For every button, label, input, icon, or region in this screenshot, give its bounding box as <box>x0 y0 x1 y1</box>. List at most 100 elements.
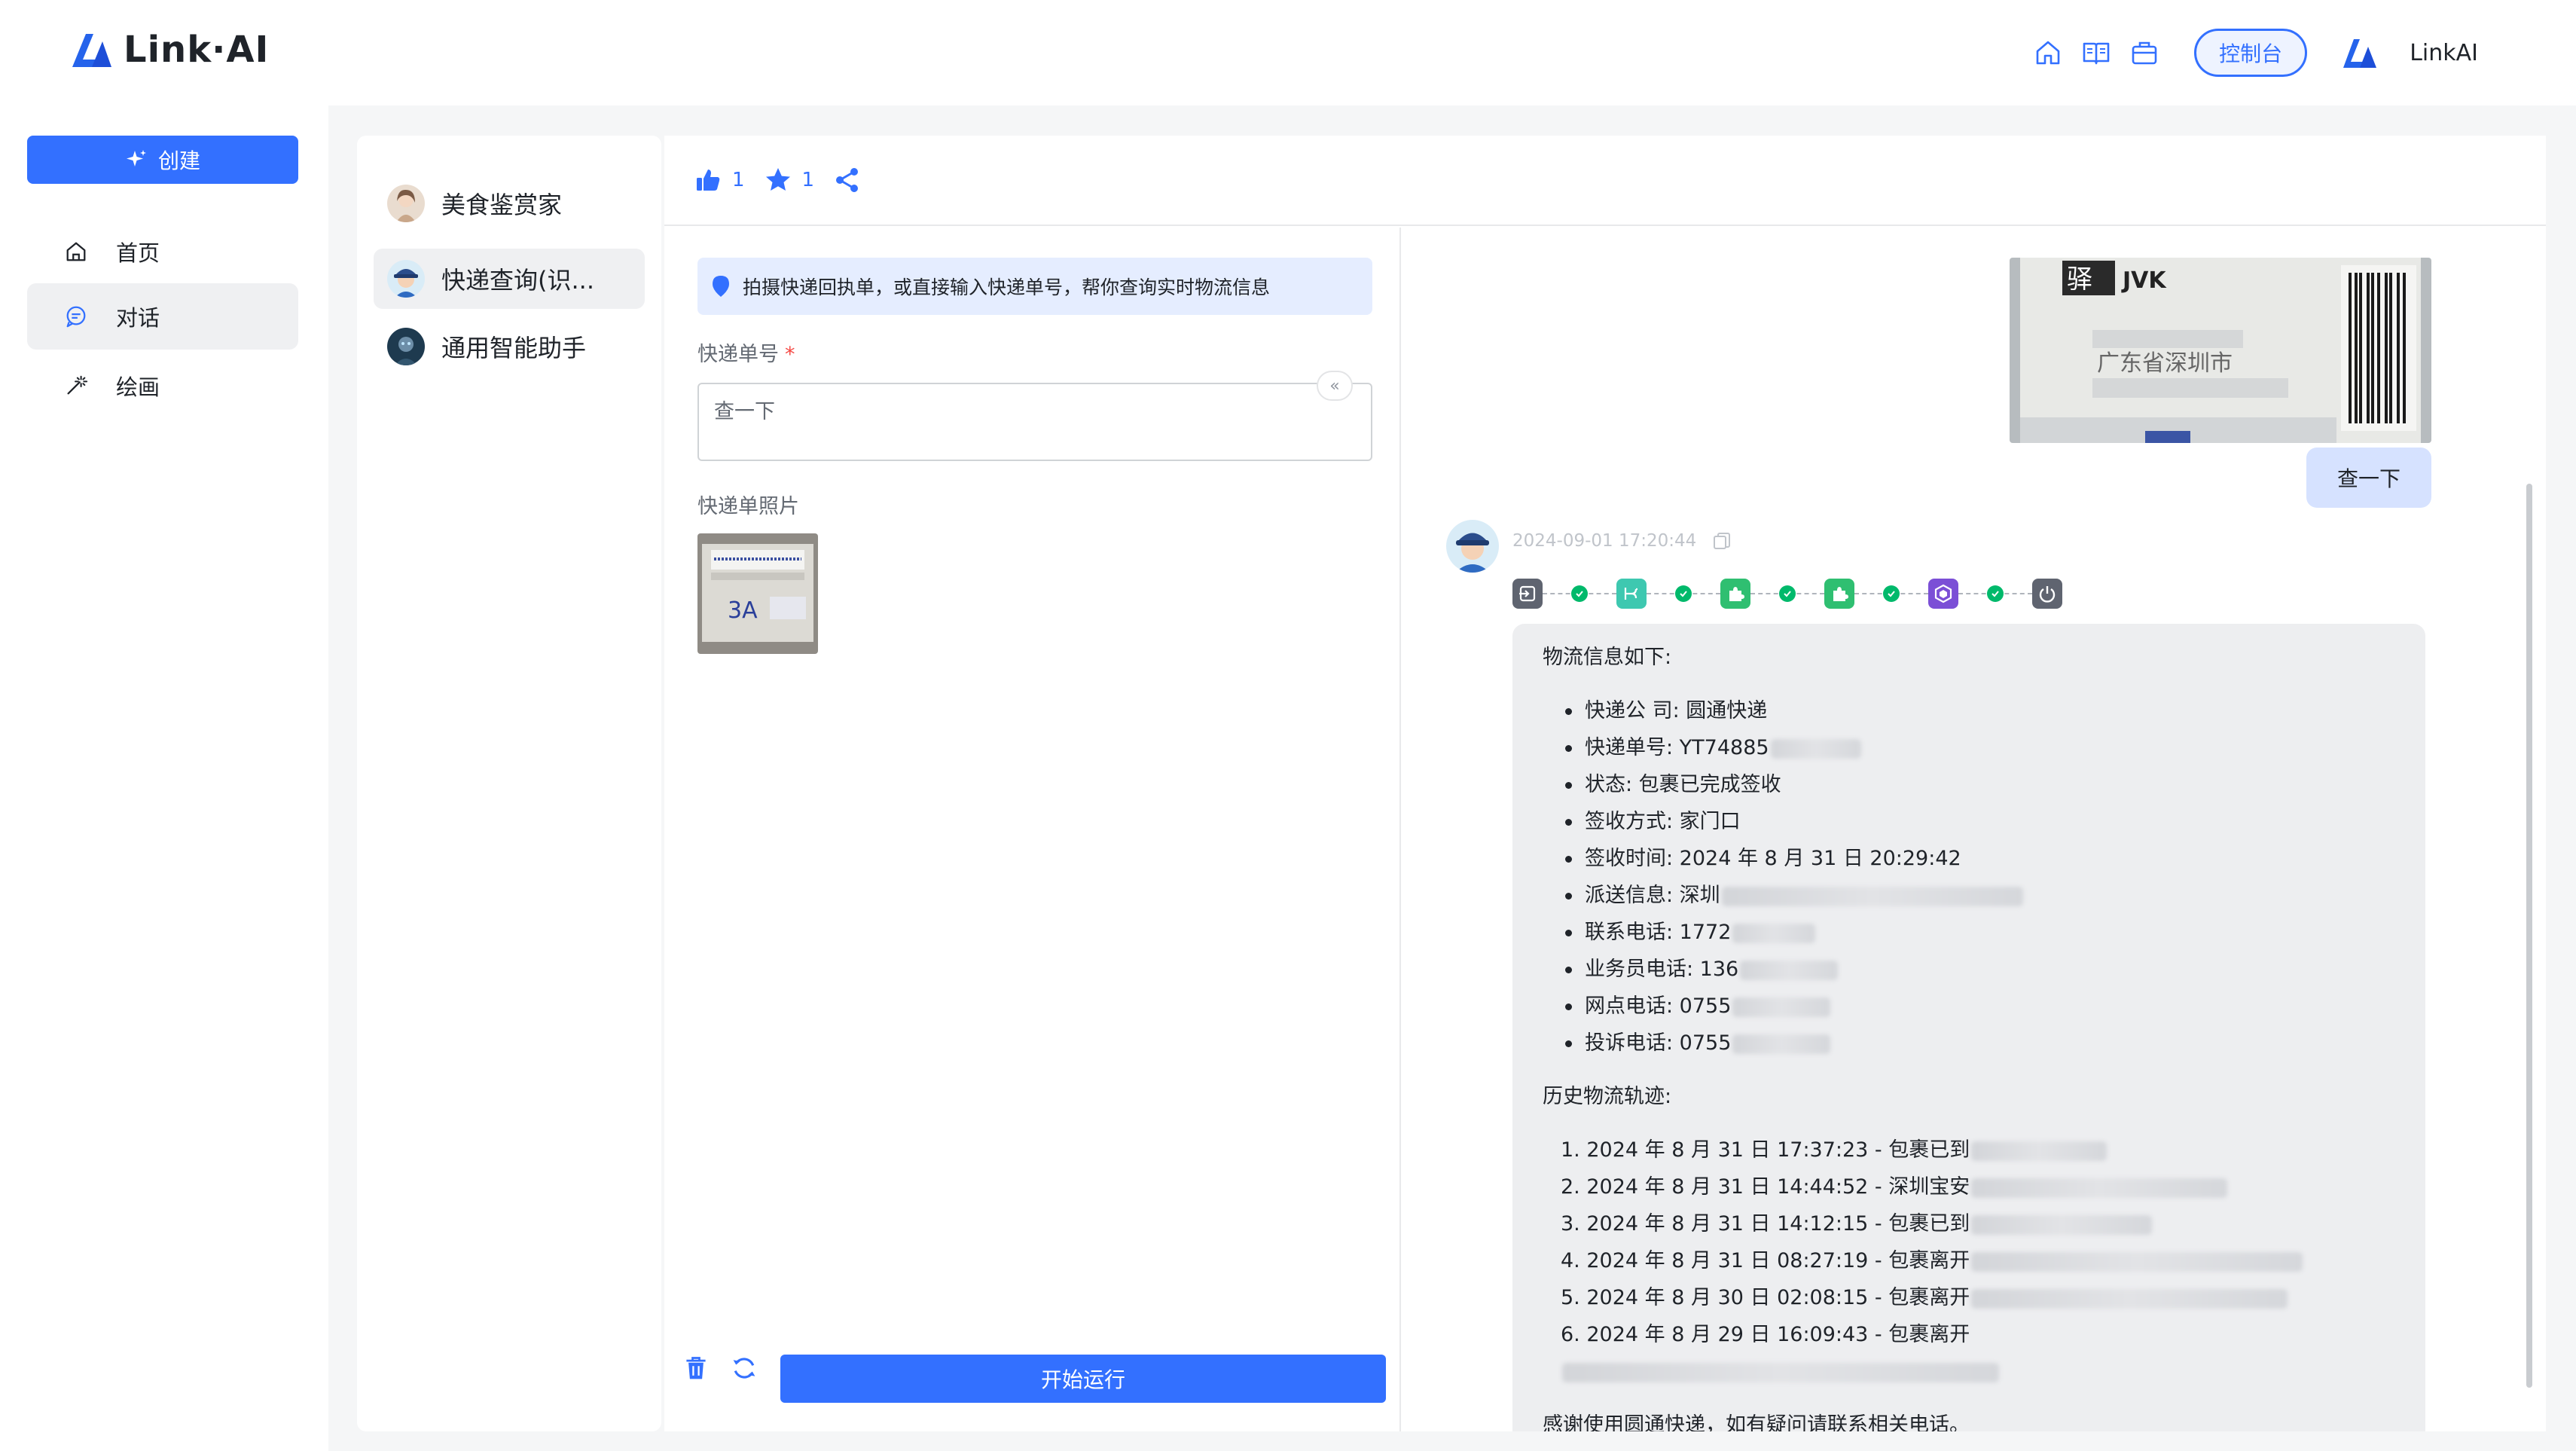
create-button[interactable]: 创建 <box>27 136 298 184</box>
logistics-field: 联系电话: 1772 <box>1565 914 2395 951</box>
receipt-photo-thumbnail[interactable]: 3A <box>697 533 818 654</box>
nav-item-home[interactable]: 首页 <box>27 218 298 285</box>
redacted-text <box>1721 886 2023 906</box>
history-item: 1. 2024 年 8 月 31 日 17:37:23 - 包裹已到 <box>1561 1132 2395 1168</box>
logistics-field-text: 投诉电话: 0755 <box>1585 1031 1732 1055</box>
nav-item-chat[interactable]: 对话 <box>27 283 298 350</box>
avatar <box>387 260 425 298</box>
copy-icon[interactable] <box>1711 530 1732 551</box>
refresh-icon[interactable] <box>729 1353 759 1383</box>
logistics-field: 投诉电话: 0755 <box>1565 1025 2395 1062</box>
app-item-name: 快递查询(识... <box>441 266 595 295</box>
logistics-field: 状态: 包裹已完成签收 <box>1565 766 2395 803</box>
message-timestamp: 2024-09-01 17:20:44 <box>1512 530 1732 551</box>
timestamp-text: 2024-09-01 17:20:44 <box>1512 531 1697 551</box>
app-item-name: 美食鉴赏家 <box>441 191 563 219</box>
briefcase-icon[interactable] <box>2128 36 2161 69</box>
required-mark: * <box>785 343 795 366</box>
user-brand-name[interactable]: LinkAI <box>2410 40 2478 66</box>
logo[interactable]: Link·AI <box>69 29 269 71</box>
star-count: 1 <box>801 169 815 191</box>
success-check-icon <box>1779 585 1796 602</box>
nav-item-paint[interactable]: 绘画 <box>27 353 298 419</box>
history-item-text: 1. 2024 年 8 月 31 日 17:37:23 - 包裹已到 <box>1561 1138 1970 1162</box>
toolbar: 1 1 <box>664 136 2546 226</box>
trash-icon[interactable] <box>681 1353 711 1383</box>
logistics-field: 签收时间: 2024 年 8 月 31 日 20:29:42 <box>1565 840 2395 877</box>
sparkle-icon <box>126 150 146 166</box>
success-check-icon <box>1675 585 1692 602</box>
logistics-fields-list: 快递公 司: 圆通快递 快递单号: YT74885 状态: 包裹已完成签收 签收方式:… <box>1565 692 2395 1062</box>
workflow-plugin-icon[interactable] <box>1720 579 1750 609</box>
logistics-field-text: 状态: 包裹已完成签收 <box>1585 773 1781 796</box>
tracking-number-input[interactable]: 查一下 <box>697 383 1372 461</box>
workflow-link <box>1854 585 1928 602</box>
like-button[interactable]: 1 <box>694 166 745 194</box>
logistics-field-text: 网点电话: 0755 <box>1585 994 1732 1018</box>
history-title: 历史物流轨迹: <box>1543 1085 1672 1108</box>
top-header: Link·AI 控制台 LinkAI <box>0 0 2576 105</box>
workflow-start-icon[interactable] <box>1512 579 1543 609</box>
package-label-code: JVK <box>2121 267 2167 294</box>
workflow-link <box>1647 585 1720 602</box>
run-button[interactable]: 开始运行 <box>780 1355 1386 1403</box>
tracking-number-label: 快递单号 * <box>697 338 795 367</box>
like-count: 1 <box>732 169 745 191</box>
chat-icon <box>63 304 89 329</box>
form-tip: 拍摄快递回执单，或直接输入快递单号，帮你查询实时物流信息 <box>697 258 1372 315</box>
success-check-icon <box>1571 585 1588 602</box>
share-icon <box>836 168 859 192</box>
app-item-food[interactable]: 美食鉴赏家 <box>374 173 645 234</box>
workflow-link <box>1750 585 1824 602</box>
form-tip-text: 拍摄快递回执单，或直接输入快递单号，帮你查询实时物流信息 <box>743 276 1271 298</box>
success-check-icon <box>1883 585 1900 602</box>
logistics-field: 签收方式: 家门口 <box>1565 803 2395 840</box>
answer-intro: 物流信息如下: <box>1543 646 1672 669</box>
app-item-general[interactable]: 通用智能助手 <box>374 316 645 377</box>
redacted-text <box>1732 997 1831 1017</box>
redacted-text <box>1971 1251 2303 1272</box>
logistics-field-text: 快递公 司: 圆通快递 <box>1585 699 1768 722</box>
user-uploaded-image[interactable]: 驿 JVK 广东省深圳市 <box>2010 258 2431 443</box>
logo-text: Link·AI <box>124 29 270 71</box>
app-item-express[interactable]: 快递查询(识... <box>374 249 645 309</box>
star-icon <box>765 168 790 191</box>
collapse-panel-button[interactable]: « <box>1317 371 1353 401</box>
bot-answer-bubble: 物流信息如下: 快递公 司: 圆通快递 快递单号: YT74885 状态: 包裹已完… <box>1512 624 2425 1431</box>
home-icon[interactable] <box>2031 36 2065 69</box>
user-message-bubble: 查一下 <box>2306 448 2431 508</box>
share-button[interactable] <box>834 166 871 194</box>
workflow-plugin-icon[interactable] <box>1824 579 1854 609</box>
redacted-text <box>1971 1178 2228 1198</box>
thumbs-up-icon <box>697 170 720 191</box>
history-item-text: 6. 2024 年 8 月 29 日 16:09:43 - 包裹离开 <box>1561 1323 1970 1346</box>
workspace: 1 1 « 拍摄快递回执单，或直接输入快递单号，帮你查询实时物流信息 快递单号 *… <box>664 136 2546 1431</box>
favorite-button[interactable]: 1 <box>765 166 815 194</box>
package-label-text: 驿 <box>2067 264 2092 295</box>
home-icon <box>63 239 89 264</box>
linkai-brand-icon <box>2343 39 2377 68</box>
answer-closing: 感谢使用圆通快递，如有疑问请联系相关电话。 <box>1543 1413 1970 1431</box>
workflow-trace <box>1512 577 2062 610</box>
app-list: 美食鉴赏家 快递查询(识... 通用智能助手 <box>357 136 661 1431</box>
history-item-text: 2. 2024 年 8 月 31 日 14:44:52 - 深圳宝安 <box>1561 1175 1970 1199</box>
redacted-text <box>1740 960 1839 980</box>
workflow-end-icon[interactable] <box>2032 579 2062 609</box>
chat-scrollbar[interactable] <box>2526 484 2532 1388</box>
history-item: 2. 2024 年 8 月 31 日 14:44:52 - 深圳宝安 <box>1561 1168 2395 1205</box>
logistics-field: 快递公 司: 圆通快递 <box>1565 692 2395 729</box>
logistics-field-text: 联系电话: 1772 <box>1585 921 1732 944</box>
create-label: 创建 <box>157 148 200 173</box>
location-pin-icon <box>713 276 729 297</box>
workflow-model-icon[interactable] <box>1928 579 1958 609</box>
workflow-branch-icon[interactable] <box>1616 579 1647 609</box>
success-check-icon <box>1987 585 2004 602</box>
console-button[interactable]: 控制台 <box>2194 29 2308 77</box>
avatar <box>387 185 425 222</box>
docs-book-icon[interactable] <box>2080 36 2113 69</box>
logistics-field-text: 派送信息: 深圳 <box>1585 884 1720 907</box>
redacted-text <box>1971 1214 2153 1235</box>
history-item: 5. 2024 年 8 月 30 日 02:08:15 - 包裹离开 <box>1561 1279 2395 1316</box>
logistics-field-text: 签收方式: 家门口 <box>1585 810 1741 833</box>
redacted-text <box>1971 1288 2288 1309</box>
